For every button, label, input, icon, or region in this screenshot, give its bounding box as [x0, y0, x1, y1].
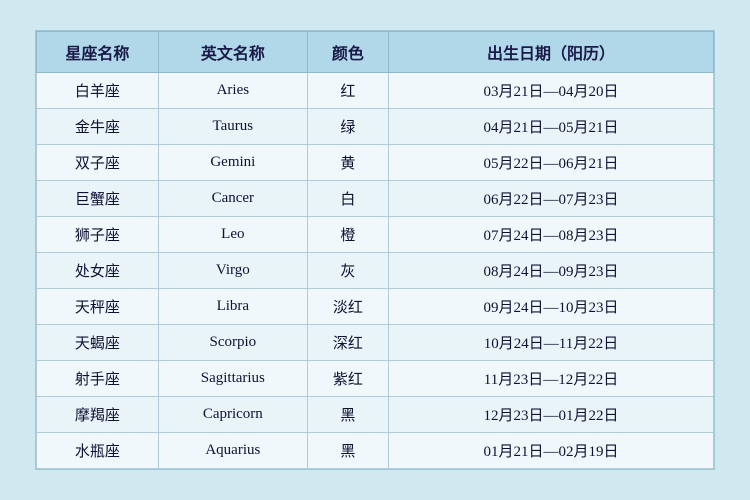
cell-date: 06月22日—07月23日 [389, 181, 714, 217]
cell-chinese: 摩羯座 [37, 397, 159, 433]
cell-date: 11月23日—12月22日 [389, 361, 714, 397]
cell-date: 07月24日—08月23日 [389, 217, 714, 253]
cell-chinese: 水瓶座 [37, 433, 159, 469]
cell-date: 12月23日—01月22日 [389, 397, 714, 433]
cell-english: Cancer [158, 181, 307, 217]
zodiac-table-container: 星座名称 英文名称 颜色 出生日期（阳历） 白羊座Aries红03月21日—04… [35, 30, 715, 470]
cell-color: 绿 [307, 109, 388, 145]
cell-date: 09月24日—10月23日 [389, 289, 714, 325]
cell-color: 黑 [307, 433, 388, 469]
cell-english: Gemini [158, 145, 307, 181]
cell-chinese: 天蝎座 [37, 325, 159, 361]
cell-color: 白 [307, 181, 388, 217]
cell-color: 橙 [307, 217, 388, 253]
header-english: 英文名称 [158, 32, 307, 73]
cell-chinese: 狮子座 [37, 217, 159, 253]
cell-color: 灰 [307, 253, 388, 289]
table-row: 双子座Gemini黄05月22日—06月21日 [37, 145, 714, 181]
cell-english: Aquarius [158, 433, 307, 469]
cell-chinese: 双子座 [37, 145, 159, 181]
header-chinese: 星座名称 [37, 32, 159, 73]
cell-color: 紫红 [307, 361, 388, 397]
cell-color: 淡红 [307, 289, 388, 325]
table-row: 白羊座Aries红03月21日—04月20日 [37, 73, 714, 109]
zodiac-table: 星座名称 英文名称 颜色 出生日期（阳历） 白羊座Aries红03月21日—04… [36, 31, 714, 469]
cell-english: Scorpio [158, 325, 307, 361]
table-row: 狮子座Leo橙07月24日—08月23日 [37, 217, 714, 253]
cell-english: Leo [158, 217, 307, 253]
cell-date: 04月21日—05月21日 [389, 109, 714, 145]
cell-color: 黄 [307, 145, 388, 181]
cell-date: 03月21日—04月20日 [389, 73, 714, 109]
table-row: 水瓶座Aquarius黑01月21日—02月19日 [37, 433, 714, 469]
cell-english: Taurus [158, 109, 307, 145]
cell-english: Aries [158, 73, 307, 109]
cell-date: 01月21日—02月19日 [389, 433, 714, 469]
header-color: 颜色 [307, 32, 388, 73]
cell-english: Capricorn [158, 397, 307, 433]
cell-color: 黑 [307, 397, 388, 433]
table-row: 金牛座Taurus绿04月21日—05月21日 [37, 109, 714, 145]
table-row: 巨蟹座Cancer白06月22日—07月23日 [37, 181, 714, 217]
cell-chinese: 天秤座 [37, 289, 159, 325]
cell-english: Virgo [158, 253, 307, 289]
table-header-row: 星座名称 英文名称 颜色 出生日期（阳历） [37, 32, 714, 73]
cell-chinese: 巨蟹座 [37, 181, 159, 217]
table-row: 射手座Sagittarius紫红11月23日—12月22日 [37, 361, 714, 397]
table-row: 摩羯座Capricorn黑12月23日—01月22日 [37, 397, 714, 433]
cell-chinese: 白羊座 [37, 73, 159, 109]
cell-english: Libra [158, 289, 307, 325]
cell-date: 10月24日—11月22日 [389, 325, 714, 361]
table-row: 天蝎座Scorpio深红10月24日—11月22日 [37, 325, 714, 361]
cell-chinese: 金牛座 [37, 109, 159, 145]
header-date: 出生日期（阳历） [389, 32, 714, 73]
cell-date: 08月24日—09月23日 [389, 253, 714, 289]
table-row: 天秤座Libra淡红09月24日—10月23日 [37, 289, 714, 325]
cell-color: 红 [307, 73, 388, 109]
cell-chinese: 射手座 [37, 361, 159, 397]
table-row: 处女座Virgo灰08月24日—09月23日 [37, 253, 714, 289]
cell-english: Sagittarius [158, 361, 307, 397]
cell-date: 05月22日—06月21日 [389, 145, 714, 181]
cell-chinese: 处女座 [37, 253, 159, 289]
cell-color: 深红 [307, 325, 388, 361]
